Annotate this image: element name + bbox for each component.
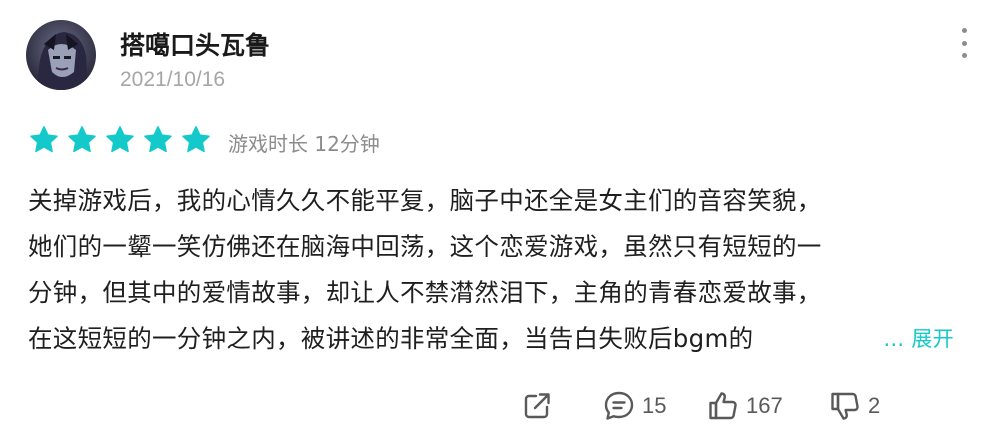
review-text[interactable]: 关掉游戏后，我的心情久久不能平复，脑子中还全是女主们的音容笑貌， 她们的一颦一笑… <box>28 178 958 362</box>
thumbs-up-icon <box>709 392 737 420</box>
review-date: 2021/10/16 <box>120 68 226 91</box>
star-icon <box>68 126 96 153</box>
dislike-button[interactable]: 2 <box>828 388 880 424</box>
star-icon <box>106 126 134 153</box>
rating-stars <box>28 124 212 156</box>
avatar-icon <box>26 20 96 90</box>
review-line: 在这短短的一分钟之内，被讲述的非常全面，当告白失败后bgm的 <box>28 324 754 353</box>
star-icon <box>182 126 210 153</box>
comment-button[interactable]: 15 <box>602 388 666 424</box>
review-line-truncated: 在这短短的一分钟之内，被讲述的非常全面，当告白失败后bgm的 ... 展开 <box>28 316 958 362</box>
more-vertical-icon[interactable] <box>952 26 976 60</box>
share-button[interactable] <box>520 388 554 424</box>
playtime-label: 游戏时长 12分钟 <box>228 132 380 156</box>
comment-count: 15 <box>642 393 667 418</box>
review-line: 关掉游戏后，我的心情久久不能平复，脑子中还全是女主们的音容笑貌， <box>28 186 822 215</box>
star-icon <box>30 126 58 153</box>
star-icon <box>144 126 172 153</box>
like-count: 167 <box>746 393 783 418</box>
review-line: 分钟，但其中的爱情故事，却让人不禁潸然泪下，主角的青春恋爱故事， <box>28 278 822 307</box>
comment-icon <box>604 391 634 420</box>
username[interactable]: 搭噶口头瓦鲁 <box>120 26 270 62</box>
avatar[interactable] <box>26 20 96 90</box>
thumbs-down-icon <box>831 392 859 420</box>
review-line: 她们的一颦一笑仿佛还在脑海中回荡，这个恋爱游戏，虽然只有短短的一 <box>28 232 822 261</box>
expand-link[interactable]: ... 展开 <box>883 316 954 362</box>
share-icon <box>524 393 550 419</box>
like-button[interactable]: 167 <box>706 388 783 424</box>
dislike-count: 2 <box>868 393 881 418</box>
